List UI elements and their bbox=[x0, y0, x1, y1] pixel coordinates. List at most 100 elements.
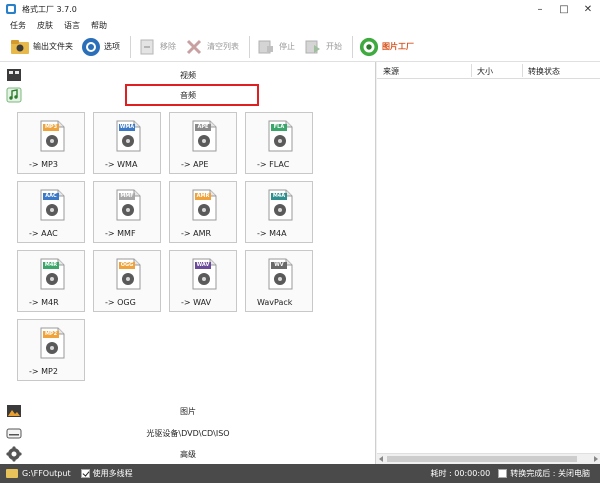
format-tile-label: -> MMF bbox=[105, 229, 136, 238]
picture-icon bbox=[6, 403, 22, 419]
format-tile-label: -> M4R bbox=[29, 298, 59, 307]
close-button[interactable]: ✕ bbox=[576, 0, 600, 18]
options-icon bbox=[81, 37, 101, 57]
column-source[interactable]: 来源 bbox=[383, 66, 399, 77]
format-badge: AMR bbox=[196, 193, 210, 199]
format-badge: WMA bbox=[119, 124, 135, 130]
format-tile-label: -> FLAC bbox=[257, 160, 290, 169]
format-tile-ape[interactable]: APE -> APE bbox=[169, 112, 237, 174]
app-icon bbox=[6, 4, 16, 14]
task-list-panel: 来源 大小 转换状态 bbox=[377, 62, 600, 464]
task-table-header: 来源 大小 转换状态 bbox=[377, 62, 600, 79]
remove-button[interactable]: 移除 bbox=[137, 35, 176, 59]
format-badge: M4R bbox=[44, 262, 58, 268]
music-note-icon bbox=[6, 87, 22, 103]
category-disc[interactable]: 光驱设备\DVD\CD\ISO bbox=[0, 422, 376, 444]
maximize-button[interactable]: □ bbox=[552, 0, 576, 18]
column-status[interactable]: 转换状态 bbox=[528, 66, 560, 77]
format-tile-m4a[interactable]: M4A -> M4A bbox=[245, 181, 313, 243]
format-tile-label: -> OGG bbox=[105, 298, 136, 307]
column-divider bbox=[522, 64, 523, 77]
picture-factory-button[interactable]: 图片工厂 bbox=[359, 35, 414, 59]
menu-skin[interactable]: 皮肤 bbox=[37, 20, 53, 31]
column-size[interactable]: 大小 bbox=[477, 66, 493, 77]
format-tile-m4r[interactable]: M4R -> M4R bbox=[17, 250, 85, 312]
multithread-label: 使用多线程 bbox=[92, 469, 133, 478]
menu-task[interactable]: 任务 bbox=[10, 20, 26, 31]
format-tile-mmf[interactable]: MMF -> MMF bbox=[93, 181, 161, 243]
options-button[interactable]: 选项 bbox=[81, 35, 120, 59]
format-badge: FLA bbox=[273, 124, 285, 130]
format-badge: APE bbox=[197, 124, 209, 130]
format-tile-label: -> AAC bbox=[29, 229, 58, 238]
toolbar-separator bbox=[249, 35, 250, 58]
format-tile-amr[interactable]: AMR -> AMR bbox=[169, 181, 237, 243]
format-badge: MP2 bbox=[44, 331, 58, 337]
format-tile-wma[interactable]: WMA -> WMA bbox=[93, 112, 161, 174]
horizontal-scrollbar[interactable] bbox=[377, 453, 600, 464]
format-tile-label: -> APE bbox=[181, 160, 209, 169]
category-advanced[interactable]: 高级 bbox=[0, 443, 376, 465]
clear-list-button[interactable]: 清空列表 bbox=[184, 35, 239, 59]
gear-icon bbox=[6, 446, 22, 462]
category-picture[interactable]: 图片 bbox=[0, 400, 376, 422]
toolbar: 输出文件夹 选项 移除 清空列表 停止 开始 图片工厂 bbox=[0, 32, 600, 62]
selected-category-frame bbox=[125, 84, 259, 106]
output-folder-button[interactable]: 输出文件夹 bbox=[10, 35, 73, 59]
conversion-panel: 视频 音频 MP3 -> MP3 WMA -> WMA APE -> APE FLA -> F… bbox=[0, 62, 376, 464]
format-badge: MP3 bbox=[44, 124, 58, 130]
scroll-right-icon[interactable] bbox=[594, 456, 598, 462]
format-tile-label: -> M4A bbox=[257, 229, 287, 238]
format-tile-fla[interactable]: FLA -> FLAC bbox=[245, 112, 313, 174]
format-tile-label: -> MP2 bbox=[29, 367, 58, 376]
format-badge: M4A bbox=[272, 193, 286, 199]
column-divider bbox=[471, 64, 472, 77]
format-tile-aac[interactable]: AAC -> AAC bbox=[17, 181, 85, 243]
format-tile-label: -> AMR bbox=[181, 229, 212, 238]
format-badge: AAC bbox=[45, 193, 57, 199]
format-badge: WAV bbox=[196, 262, 210, 268]
stop-button[interactable]: 停止 bbox=[256, 35, 295, 59]
stop-icon bbox=[256, 37, 276, 57]
status-bar: G:\FFOutput 使用多线程 耗时 : 00:00:00 转换完成后 : … bbox=[0, 464, 600, 483]
menu-language[interactable]: 语言 bbox=[64, 20, 80, 31]
picture-factory-icon bbox=[359, 37, 379, 57]
video-icon bbox=[6, 67, 22, 83]
format-tile-label: WavPack bbox=[257, 298, 293, 307]
output-path[interactable]: G:\FFOutput bbox=[22, 469, 71, 478]
toolbar-separator bbox=[352, 35, 353, 58]
start-button[interactable]: 开始 bbox=[303, 35, 342, 59]
menu-bar: 任务 皮肤 语言 帮助 bbox=[0, 18, 600, 32]
format-tile-label: -> MP3 bbox=[29, 160, 58, 169]
after-convert-label: 转换完成后 : 关闭电脑 bbox=[510, 469, 590, 478]
format-badge: OGG bbox=[120, 262, 134, 268]
window-title: 格式工厂 3.7.0 bbox=[22, 4, 77, 14]
after-convert-checkbox[interactable] bbox=[498, 469, 508, 478]
format-tile-wav[interactable]: WAV -> WAV bbox=[169, 250, 237, 312]
window-controls: – □ ✕ bbox=[528, 0, 600, 18]
remove-icon bbox=[137, 37, 157, 57]
format-tile-label: -> WMA bbox=[105, 160, 138, 169]
toolbar-separator bbox=[130, 35, 131, 58]
start-icon bbox=[303, 37, 323, 57]
clear-icon bbox=[184, 37, 204, 57]
folder-icon bbox=[10, 37, 30, 57]
menu-help[interactable]: 帮助 bbox=[91, 20, 107, 31]
format-tile-label: -> WAV bbox=[181, 298, 212, 307]
status-right: 耗时 : 00:00:00 转换完成后 : 关闭电脑 bbox=[430, 464, 590, 483]
format-badge: MMF bbox=[120, 193, 134, 199]
disc-drive-icon bbox=[6, 425, 22, 441]
scroll-left-icon[interactable] bbox=[379, 456, 383, 462]
category-video[interactable]: 视频 bbox=[0, 64, 376, 86]
scroll-thumb[interactable] bbox=[387, 456, 577, 462]
minimize-button[interactable]: – bbox=[528, 0, 552, 18]
elapsed-time: 耗时 : 00:00:00 bbox=[430, 469, 491, 478]
format-badge: WV bbox=[274, 262, 284, 268]
format-tile-mp2[interactable]: MP2 -> MP2 bbox=[17, 319, 85, 381]
format-tile-wv[interactable]: WV WavPack bbox=[245, 250, 313, 312]
category-audio[interactable]: 音频 bbox=[0, 84, 376, 106]
format-tile-mp3[interactable]: MP3 -> MP3 bbox=[17, 112, 85, 174]
folder-icon bbox=[6, 469, 18, 478]
multithread-checkbox[interactable] bbox=[80, 469, 90, 478]
format-tile-ogg[interactable]: OGG -> OGG bbox=[93, 250, 161, 312]
